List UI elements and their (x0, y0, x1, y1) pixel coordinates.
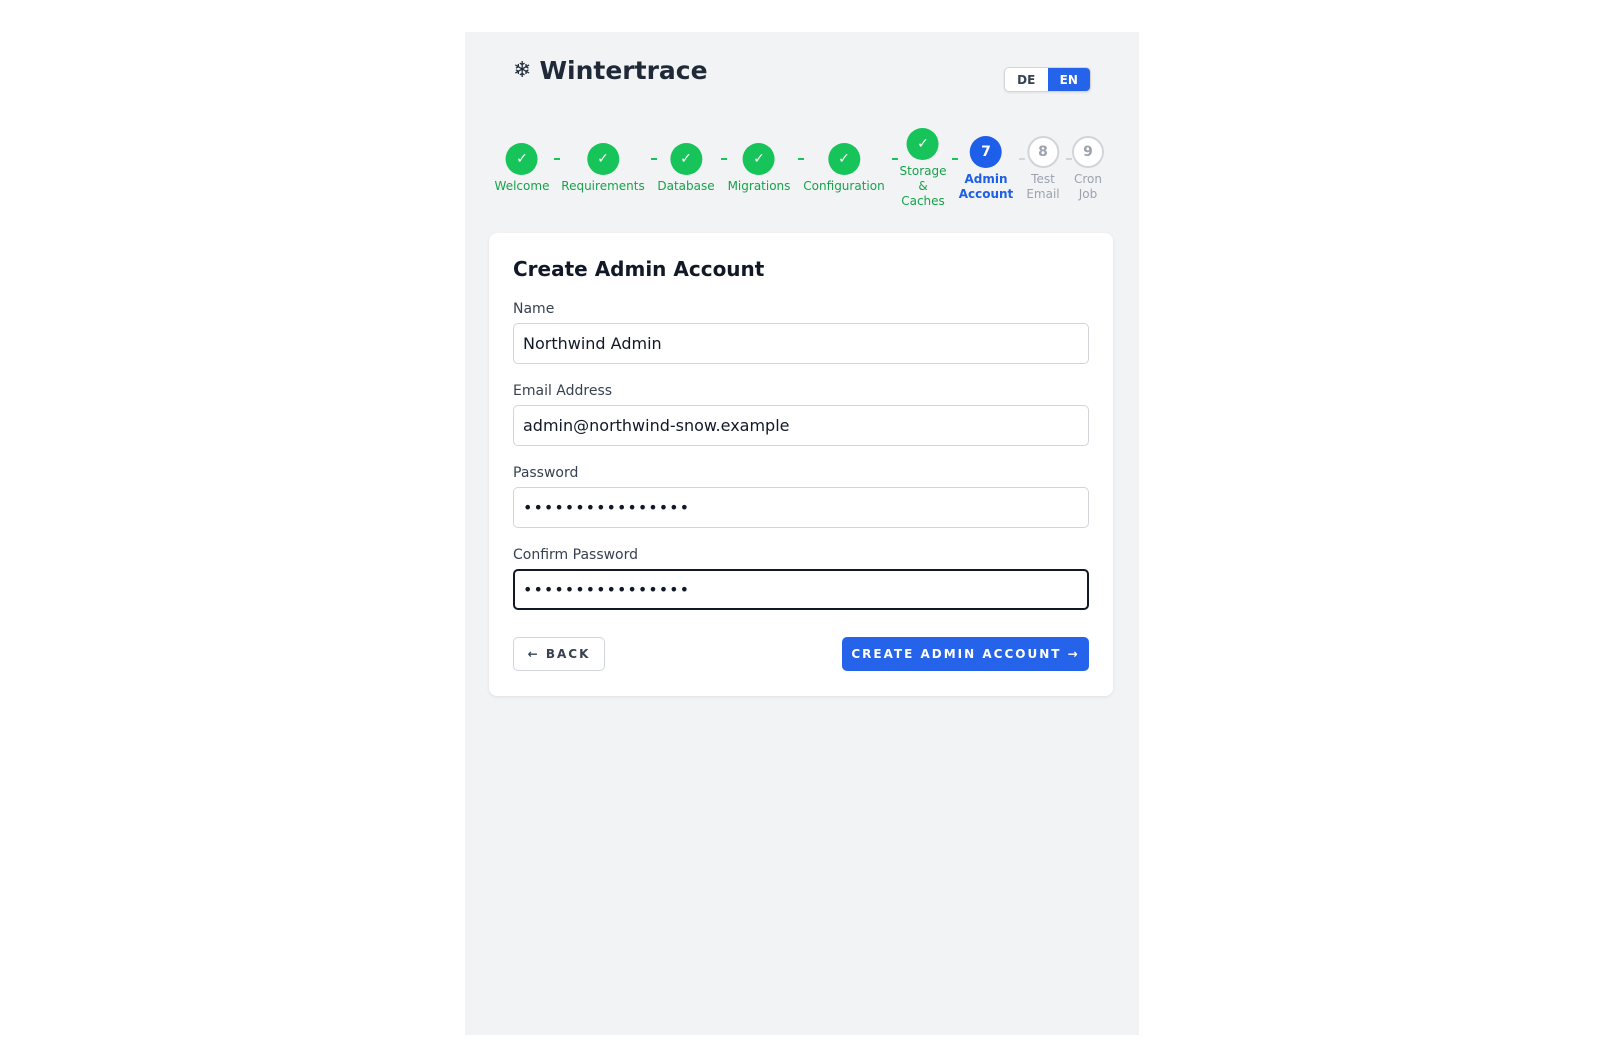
step-label-line: & (918, 179, 928, 193)
step-label-line: Storage (899, 164, 947, 178)
step-number: 8 (1026, 136, 1059, 168)
step-label-line: Test (1031, 172, 1055, 186)
check-icon: ✓ (827, 143, 860, 175)
back-button[interactable]: ← BACK (513, 637, 605, 671)
step-label: Admin Account (959, 172, 1014, 202)
step-2: ✓ Requirements (561, 143, 645, 194)
step-label: Requirements (561, 179, 644, 194)
step-label-line: Migrations (727, 179, 791, 193)
step-9: 9 Cron Job (1072, 136, 1104, 202)
name-input[interactable] (513, 323, 1089, 364)
step-label: Storage & Caches (900, 164, 947, 209)
step-connector (952, 158, 958, 160)
step-1: ✓ Welcome (495, 143, 550, 194)
step-label-line: Cron (1074, 172, 1102, 186)
step-label: Database (657, 179, 714, 194)
step-connector (892, 158, 898, 160)
step-label: Configuration (803, 179, 884, 194)
step-label: Migrations (728, 179, 791, 194)
step-label-line: Welcome (494, 179, 550, 193)
step-label-line: Admin (964, 172, 1008, 186)
confirm-password-input[interactable] (513, 569, 1089, 610)
step-number: 9 (1072, 136, 1104, 168)
step-label-line: Job (1078, 187, 1098, 201)
step-connector (1019, 158, 1025, 160)
step-label-line: Account (958, 187, 1014, 201)
step-label-line: Requirements (561, 179, 645, 193)
page-title: Create Admin Account (513, 257, 765, 281)
password-input[interactable] (513, 487, 1089, 528)
confirm-password-label: Confirm Password (513, 547, 639, 563)
step-label: Test Email (1026, 172, 1059, 202)
name-label: Name (513, 301, 555, 317)
step-8: 8 Test Email (1026, 136, 1060, 202)
email-input[interactable] (513, 405, 1089, 446)
step-5: ✓ Configuration (803, 143, 885, 194)
step-connector (651, 158, 657, 160)
check-icon: ✓ (743, 143, 775, 175)
email-label: Email Address (513, 383, 613, 399)
step-connector (554, 158, 560, 160)
step-connector (721, 158, 727, 160)
step-label: Welcome (495, 179, 550, 194)
step-label-line: Database (657, 179, 715, 193)
check-icon: ✓ (505, 143, 538, 175)
admin-account-card: Create Admin Account Name Email Address … (489, 233, 1113, 696)
step-label-line: Email (1026, 187, 1060, 201)
step-label: Cron Job (1074, 172, 1102, 202)
step-number: 7 (970, 136, 1002, 168)
step-4: ✓ Migrations (728, 143, 791, 194)
installer-panel: ❄ Wintertrace DE EN ✓ Welcome ✓ Requirement… (465, 32, 1139, 1035)
progress-stepper: ✓ Welcome ✓ Requirements ✓ Database ✓ Migration… (465, 32, 1139, 252)
check-icon: ✓ (587, 143, 619, 175)
step-3: ✓ Database (657, 143, 715, 194)
step-6: ✓ Storage & Caches (900, 128, 947, 209)
check-icon: ✓ (669, 143, 702, 175)
password-label: Password (513, 465, 579, 481)
step-label-line: Caches (901, 194, 945, 208)
check-icon: ✓ (906, 128, 939, 160)
create-admin-account-button[interactable]: CREATE ADMIN ACCOUNT → (842, 637, 1089, 671)
step-7: 7 Admin Account (959, 136, 1014, 202)
step-label-line: Configuration (803, 179, 885, 193)
